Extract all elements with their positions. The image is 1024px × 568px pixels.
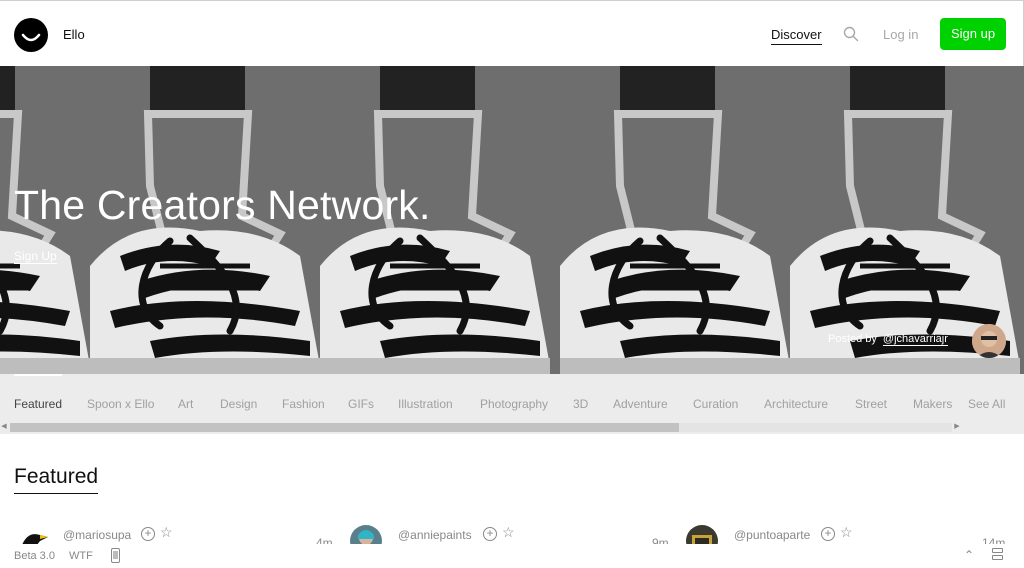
scroll-left-icon[interactable]: ◀ — [0, 422, 8, 432]
category-photography[interactable]: Photography — [480, 397, 548, 411]
category-art[interactable]: Art — [178, 397, 193, 411]
star-icon[interactable]: ☆ — [502, 524, 515, 541]
star-icon[interactable]: ☆ — [160, 524, 173, 541]
grid-toggle-icon[interactable] — [992, 548, 1005, 562]
star-icon[interactable]: ☆ — [840, 524, 853, 541]
post-username[interactable]: @mariosupa — [63, 528, 131, 542]
follow-plus-icon[interactable]: + — [141, 527, 155, 541]
phone-icon[interactable] — [111, 548, 120, 563]
category-makers[interactable]: Makers — [913, 397, 952, 411]
featured-section-title: Featured — [14, 465, 99, 494]
category-featured[interactable]: Featured — [14, 397, 62, 411]
category-active-indicator — [14, 374, 62, 376]
category-spoon-x-ello[interactable]: Spoon x Ello — [87, 397, 154, 411]
posted-by-handle[interactable]: @jchavarriajr — [882, 333, 948, 346]
post-username[interactable]: @puntoaparte — [734, 528, 810, 542]
follow-plus-icon[interactable]: + — [821, 527, 835, 541]
nav-discover-link[interactable]: Discover — [771, 27, 822, 45]
category-3d[interactable]: 3D — [573, 397, 588, 411]
search-icon[interactable] — [842, 25, 860, 43]
category-scrollbar[interactable]: ◀ ▶ — [0, 420, 964, 434]
signup-button[interactable]: Sign up — [940, 18, 1006, 50]
post-username[interactable]: @anniepaints — [398, 528, 472, 542]
category-fashion[interactable]: Fashion — [282, 397, 325, 411]
category-curation[interactable]: Curation — [693, 397, 738, 411]
ello-logo-icon[interactable] — [14, 18, 48, 52]
beta-version-label[interactable]: Beta 3.0 — [14, 550, 55, 562]
posted-by-label: Posted by — [828, 333, 877, 345]
see-all-link[interactable]: See All — [960, 397, 1024, 415]
hero-banner: The Creators Network. Sign Up Posted by @… — [0, 66, 1024, 374]
posted-by: Posted by @jchavarriajr — [828, 333, 948, 346]
login-link[interactable]: Log in — [883, 27, 918, 42]
footer-bar: Beta 3.0 WTF ⌃ — [0, 544, 1024, 568]
site-header: Ello Discover Log in Sign up — [0, 0, 1024, 66]
scrollbar-thumb[interactable] — [10, 423, 679, 432]
scroll-right-icon[interactable]: ▶ — [953, 422, 961, 432]
category-design[interactable]: Design — [220, 397, 257, 411]
category-architecture[interactable]: Architecture — [764, 397, 828, 411]
category-adventure[interactable]: Adventure — [613, 397, 668, 411]
hero-title: The Creators Network. — [14, 182, 431, 228]
hero-signup-link[interactable]: Sign Up — [14, 249, 57, 264]
brand-name[interactable]: Ello — [63, 27, 85, 42]
chevron-up-icon[interactable]: ⌃ — [964, 548, 974, 562]
category-street[interactable]: Street — [855, 397, 887, 411]
posted-by-avatar[interactable] — [972, 324, 1006, 358]
category-illustration[interactable]: Illustration — [398, 397, 453, 411]
wtf-link[interactable]: WTF — [69, 550, 93, 562]
follow-plus-icon[interactable]: + — [483, 527, 497, 541]
category-list: Featured Spoon x Ello Art Design Fashion… — [0, 397, 960, 415]
category-gifs[interactable]: GIFs — [348, 397, 374, 411]
